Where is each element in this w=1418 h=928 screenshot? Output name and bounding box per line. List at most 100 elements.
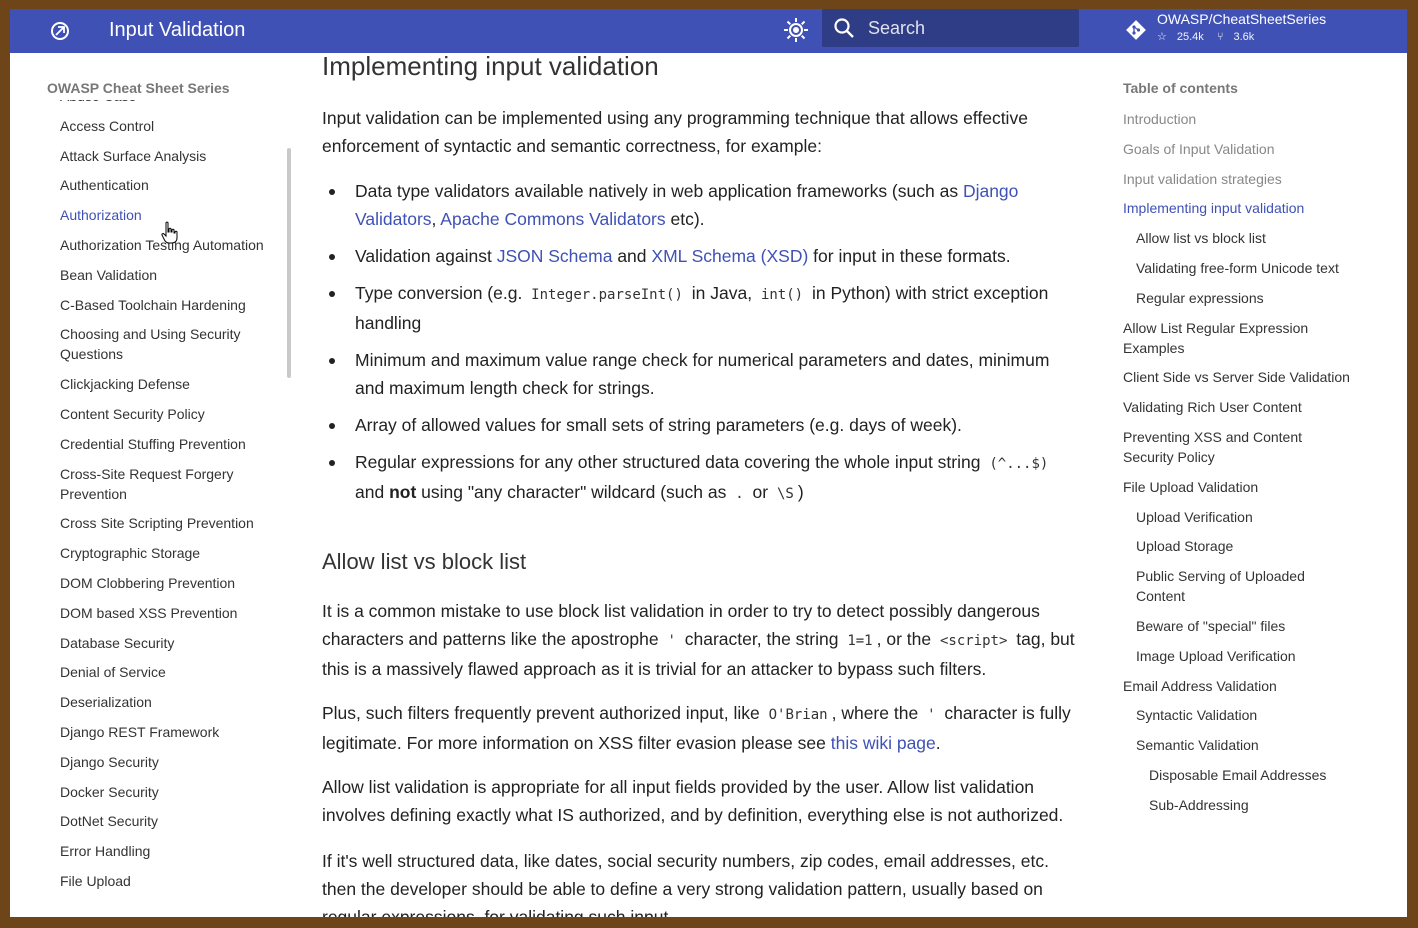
code-inline: (^...$) bbox=[989, 456, 1049, 472]
header-title: Input Validation bbox=[109, 19, 246, 41]
list-item: Minimum and maximum value range check fo… bbox=[329, 346, 1080, 402]
sidebar-item[interactable]: Cross-Site Request Forgery Prevention bbox=[60, 464, 282, 504]
toc-item[interactable]: Upload Verification bbox=[1123, 507, 1353, 527]
apache-validators-link[interactable]: Apache Commons Validators bbox=[440, 209, 665, 229]
toc-item[interactable]: Sub-Addressing bbox=[1123, 795, 1353, 815]
text: using "any character" wildcard (such as bbox=[416, 482, 732, 502]
sidebar-title: OWASP Cheat Sheet Series bbox=[47, 80, 230, 96]
toc-item[interactable]: Introduction bbox=[1123, 109, 1353, 129]
heading-implementing: Implementing input validation bbox=[322, 51, 659, 81]
toc-item[interactable]: Preventing XSS and Content Security Poli… bbox=[1123, 427, 1353, 467]
text: , where the bbox=[831, 703, 924, 723]
sidebar-item[interactable]: DOM Clobbering Prevention bbox=[60, 573, 282, 593]
repo-link[interactable]: OWASP/CheatSheetSeries ☆ 25.4k ⑂ 3.6k bbox=[1122, 10, 1402, 50]
text: for input in these formats. bbox=[808, 246, 1011, 266]
toc-item[interactable]: File Upload Validation bbox=[1123, 477, 1353, 497]
text: ) bbox=[797, 482, 804, 502]
table-of-contents: Introduction Goals of Input Validation Inp… bbox=[1123, 109, 1353, 825]
toc-item[interactable]: Syntactic Validation bbox=[1123, 705, 1353, 725]
text: Plus, such filters frequently prevent au… bbox=[322, 703, 765, 723]
sidebar-item[interactable]: DOM based XSS Prevention bbox=[60, 603, 282, 623]
sidebar-item[interactable]: Abuse Case bbox=[60, 100, 282, 106]
toc-item[interactable]: Allow list vs block list bbox=[1123, 228, 1353, 248]
paragraph: Plus, such filters frequently prevent au… bbox=[322, 699, 1082, 757]
sidebar-scrollbar[interactable] bbox=[287, 148, 291, 378]
browser-window: Input Validation Search OWASP/CheatSheet… bbox=[10, 9, 1407, 917]
code-inline: int() bbox=[760, 287, 804, 303]
code-inline: ' bbox=[927, 707, 936, 723]
text: and bbox=[355, 482, 390, 502]
sidebar-item[interactable]: Cross Site Scripting Prevention bbox=[60, 513, 282, 533]
toc-item[interactable]: Image Upload Verification bbox=[1123, 646, 1353, 666]
toc-item[interactable]: Input validation strategies bbox=[1123, 169, 1353, 189]
text: Regular expressions for any other struct… bbox=[355, 452, 986, 472]
sidebar-item[interactable]: Django Security bbox=[60, 752, 282, 772]
sidebar-item[interactable]: Error Handling bbox=[60, 841, 282, 861]
toc-item[interactable]: Beware of "special" files bbox=[1123, 616, 1353, 636]
palette-toggle-icon[interactable] bbox=[781, 15, 811, 45]
code-inline: 1=1 bbox=[847, 633, 873, 649]
toc-item[interactable]: Public Serving of Uploaded Content bbox=[1123, 566, 1353, 606]
text: etc). bbox=[665, 209, 705, 229]
sidebar-item[interactable]: Authentication bbox=[60, 175, 282, 195]
sidebar-item[interactable]: Deserialization bbox=[60, 692, 282, 712]
star-icon: ☆ bbox=[1157, 31, 1167, 43]
sidebar-item[interactable]: Credential Stuffing Prevention bbox=[60, 434, 282, 454]
toc-item[interactable]: Disposable Email Addresses bbox=[1123, 765, 1353, 785]
toc-item[interactable]: Allow List Regular Expression Examples bbox=[1123, 318, 1353, 358]
sidebar-item[interactable]: Database Security bbox=[60, 633, 282, 653]
search-input[interactable] bbox=[868, 16, 1068, 40]
heading-allow-list: Allow list vs block list bbox=[322, 549, 527, 574]
toc-item[interactable]: Client Side vs Server Side Validation bbox=[1123, 367, 1353, 387]
bold-text: not bbox=[389, 482, 417, 502]
search-box[interactable] bbox=[822, 9, 1079, 47]
header: Input Validation Search OWASP/CheatSheet… bbox=[10, 9, 1407, 53]
sidebar-item[interactable]: Clickjacking Defense bbox=[60, 374, 282, 394]
text: character, the string bbox=[679, 629, 844, 649]
sidebar-item[interactable]: Attack Surface Analysis bbox=[60, 146, 282, 166]
sidebar-item[interactable]: Access Control bbox=[60, 116, 282, 136]
json-schema-link[interactable]: JSON Schema bbox=[497, 246, 613, 266]
toc-item[interactable]: Regular expressions bbox=[1123, 288, 1353, 308]
repo-facts: ☆ 25.4k ⑂ 3.6k bbox=[1157, 29, 1264, 45]
code-inline: O'Brian bbox=[768, 707, 828, 723]
toc-title: Table of contents bbox=[1123, 80, 1238, 96]
logo-icon[interactable] bbox=[48, 19, 72, 43]
sidebar-item[interactable]: Denial of Service bbox=[60, 662, 282, 682]
hand-cursor-icon bbox=[161, 221, 178, 244]
code-inline: ' bbox=[667, 633, 676, 649]
xml-schema-link[interactable]: XML Schema (XSD) bbox=[651, 246, 808, 266]
list-item: Regular expressions for any other struct… bbox=[329, 448, 1080, 508]
sidebar-item[interactable]: DotNet Security bbox=[60, 811, 282, 831]
sidebar-item[interactable]: Cryptographic Storage bbox=[60, 543, 282, 563]
text: or bbox=[747, 482, 773, 502]
toc-item[interactable]: Semantic Validation bbox=[1123, 735, 1353, 755]
repo-name: OWASP/CheatSheetSeries bbox=[1157, 11, 1327, 27]
toc-item[interactable]: Email Address Validation bbox=[1123, 676, 1353, 696]
paragraph: If it's well structured data, like dates… bbox=[322, 851, 1049, 917]
text: in Java, bbox=[686, 283, 757, 303]
sidebar-item[interactable]: Choosing and Using Security Questions bbox=[60, 324, 282, 364]
toc-item[interactable]: Validating Rich User Content bbox=[1123, 397, 1353, 417]
search-icon bbox=[834, 18, 854, 38]
toc-item[interactable]: Validating free-form Unicode text bbox=[1123, 258, 1353, 278]
sidebar-item[interactable]: Django REST Framework bbox=[60, 722, 282, 742]
wiki-page-link[interactable]: this wiki page bbox=[831, 733, 936, 753]
text: Data type validators available natively … bbox=[355, 181, 963, 201]
text: Type conversion (e.g. bbox=[355, 283, 528, 303]
paragraph: It is a common mistake to use block list… bbox=[322, 597, 1082, 683]
toc-item[interactable]: Implementing input validation bbox=[1123, 198, 1353, 218]
text: , bbox=[431, 209, 441, 229]
text: . bbox=[935, 733, 941, 753]
sidebar-item[interactable]: C-Based Toolchain Hardening bbox=[60, 295, 282, 315]
sidebar-item[interactable]: Bean Validation bbox=[60, 265, 282, 285]
intro-paragraph: Input validation can be implemented usin… bbox=[322, 108, 1028, 156]
toc-item[interactable]: Goals of Input Validation bbox=[1123, 139, 1353, 159]
paragraph: Allow list validation is appropriate for… bbox=[322, 777, 1064, 825]
toc-item[interactable]: Upload Storage bbox=[1123, 536, 1353, 556]
code-inline: Integer.parseInt() bbox=[531, 287, 683, 303]
sidebar-item[interactable]: Content Security Policy bbox=[60, 404, 282, 424]
sidebar-item[interactable]: Docker Security bbox=[60, 782, 282, 802]
code-inline: <script> bbox=[939, 633, 1008, 649]
sidebar-item[interactable]: File Upload bbox=[60, 871, 282, 891]
